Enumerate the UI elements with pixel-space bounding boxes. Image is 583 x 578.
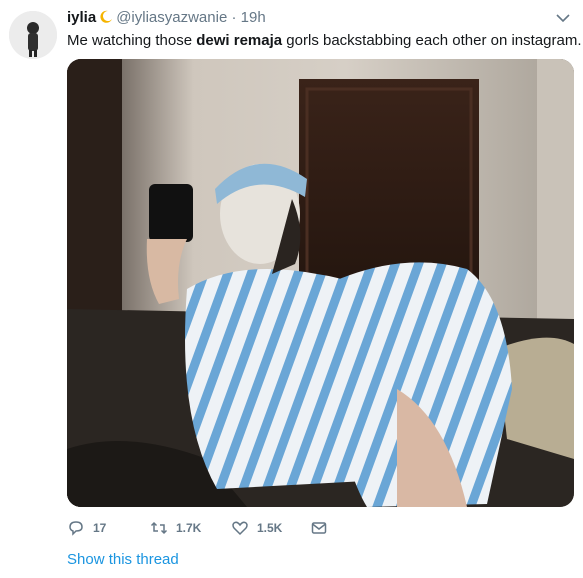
reply-icon <box>69 521 83 536</box>
moon-emoji-icon <box>100 10 113 23</box>
reply-action[interactable]: 17 <box>67 519 106 537</box>
retweet-action[interactable]: 1.7K <box>150 519 201 537</box>
reply-count: 17 <box>93 521 107 535</box>
message-action[interactable] <box>310 519 328 537</box>
tweet-text: Me watching those dewi remaja gorls back… <box>67 30 581 51</box>
tweet-media-photo[interactable] <box>67 59 574 507</box>
display-name[interactable]: iylia <box>67 9 96 26</box>
tweet-text-bold: dewi remaja <box>196 32 283 49</box>
like-count: 1.5K <box>257 521 283 535</box>
separator: · <box>231 9 237 26</box>
message-icon <box>311 522 327 534</box>
user-handle[interactable]: @iyliasyazwanie <box>116 9 227 26</box>
tweet-header: iylia @iyliasyazwanie · 19h <box>67 8 266 28</box>
chevron-down-icon[interactable] <box>556 13 570 23</box>
like-icon <box>232 521 248 536</box>
retweet-icon <box>150 521 168 535</box>
avatar[interactable] <box>9 11 57 59</box>
avatar-image <box>9 11 57 59</box>
like-action[interactable]: 1.5K <box>231 519 282 537</box>
timestamp[interactable]: 19h <box>241 9 266 26</box>
tweet-text-before: Me watching those <box>67 32 197 49</box>
photo-illustration <box>67 59 574 507</box>
retweet-count: 1.7K <box>176 521 202 535</box>
show-thread-link[interactable]: Show this thread <box>67 551 179 568</box>
tweet-text-after: gorls backstabbing each other on instagr… <box>282 32 582 49</box>
